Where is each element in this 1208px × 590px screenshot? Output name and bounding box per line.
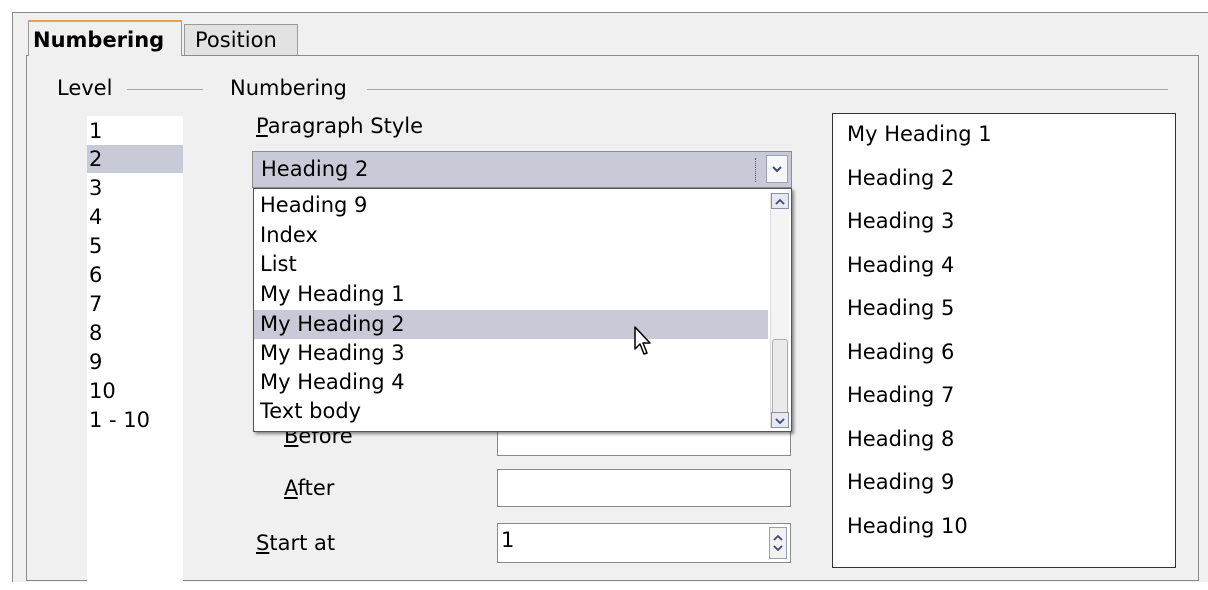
- level-frame-divider: [127, 89, 203, 90]
- level-item-1[interactable]: 1: [87, 117, 183, 145]
- dropdown-scrollbar[interactable]: [770, 193, 789, 428]
- level-frame-title: Level: [57, 76, 113, 100]
- level-item-10[interactable]: 10: [87, 377, 183, 405]
- level-item-2[interactable]: 2: [87, 145, 183, 173]
- level-item-3[interactable]: 3: [87, 174, 183, 202]
- after-field[interactable]: [497, 469, 791, 507]
- level-item-9[interactable]: 9: [87, 348, 183, 376]
- preview-line: Heading 3: [847, 209, 955, 233]
- level-item-5[interactable]: 5: [87, 232, 183, 260]
- scroll-down-button[interactable]: [771, 412, 789, 428]
- preview-line: Heading 6: [847, 340, 955, 364]
- spin-buttons[interactable]: [769, 527, 787, 559]
- scrollbar-thumb[interactable]: [772, 339, 788, 415]
- preview-line: Heading 2: [847, 166, 955, 190]
- paragraph-style-combobox[interactable]: Heading 2: [252, 151, 792, 188]
- after-label: After: [284, 476, 335, 500]
- dropdown-option-highlighted[interactable]: My Heading 2: [254, 310, 768, 339]
- dropdown-option[interactable]: My Heading 1: [254, 280, 768, 309]
- numbering-preview: My Heading 1 Heading 2 Heading 3 Heading…: [832, 113, 1176, 568]
- preview-line: Heading 5: [847, 296, 955, 320]
- scroll-up-button[interactable]: [771, 193, 789, 209]
- start-at-value: 1: [501, 528, 515, 552]
- numbering-frame-title: Numbering: [230, 76, 347, 100]
- paragraph-style-value: Heading 2: [261, 157, 369, 181]
- start-at-spinbox[interactable]: 1: [497, 523, 791, 563]
- arrow-up-icon: [775, 198, 785, 205]
- preview-line: Heading 4: [847, 253, 955, 277]
- spin-arrows-icon: [773, 534, 783, 552]
- dropdown-option[interactable]: Index: [254, 221, 768, 250]
- level-item-8[interactable]: 8: [87, 319, 183, 347]
- level-item-all[interactable]: 1 - 10: [87, 406, 183, 434]
- dropdown-option[interactable]: My Heading 3: [254, 339, 768, 368]
- preview-line: Heading 7: [847, 383, 955, 407]
- preview-line: My Heading 1: [847, 122, 992, 146]
- level-item-6[interactable]: 6: [87, 261, 183, 289]
- preview-line: Heading 10: [847, 514, 968, 538]
- level-item-7[interactable]: 7: [87, 290, 183, 318]
- dropdown-button[interactable]: [766, 155, 788, 183]
- dropdown-option[interactable]: My Heading 4: [254, 368, 768, 397]
- level-item-4[interactable]: 4: [87, 203, 183, 231]
- chevron-down-icon: [772, 166, 782, 173]
- numbering-frame-divider: [367, 89, 1168, 90]
- paragraph-style-label: Paragraph Style: [256, 114, 423, 138]
- dropdown-option[interactable]: List: [254, 250, 768, 279]
- dropdown-option[interactable]: Heading 9: [254, 191, 768, 220]
- focus-dots: [755, 158, 759, 182]
- paragraph-style-dropdown-list[interactable]: Heading 9 Index List My Heading 1 My Hea…: [253, 188, 792, 432]
- tab-numbering[interactable]: Numbering: [28, 20, 182, 56]
- arrow-down-icon: [775, 418, 785, 425]
- start-at-label: Start at: [256, 531, 336, 555]
- preview-line: Heading 9: [847, 470, 955, 494]
- level-list[interactable]: 1 2 3 4 5 6 7 8 9 10 1 - 10: [87, 116, 183, 590]
- dropdown-option[interactable]: Text body: [254, 397, 768, 426]
- preview-line: Heading 8: [847, 427, 955, 451]
- mouse-pointer-icon: [634, 326, 651, 355]
- tab-position[interactable]: Position: [184, 24, 298, 56]
